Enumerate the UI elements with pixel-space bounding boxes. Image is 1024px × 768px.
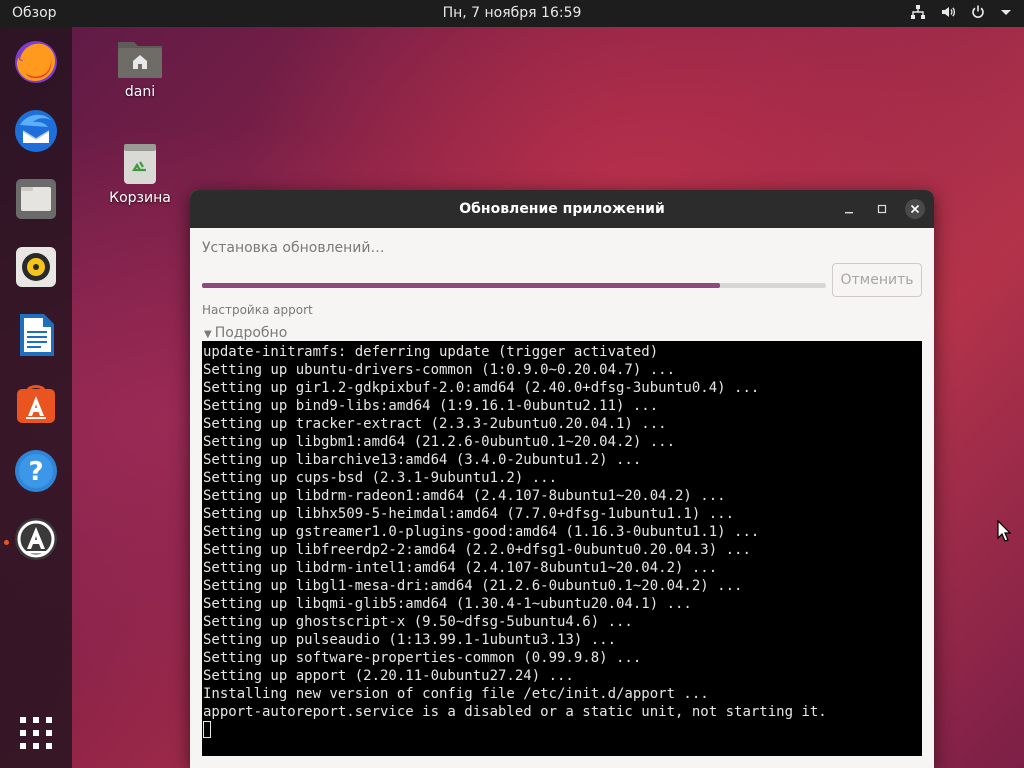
maximize-button[interactable] bbox=[872, 199, 892, 219]
terminal-line: Setting up libgbm1:amd64 (21.2.6-0ubuntu… bbox=[203, 434, 676, 450]
terminal-line: Setting up software-properties-common (0… bbox=[203, 650, 642, 666]
network-icon[interactable] bbox=[910, 4, 926, 20]
clock-button[interactable]: Пн, 7 ноября 16:59 bbox=[443, 5, 582, 21]
home-folder-desktop-icon[interactable]: dani bbox=[100, 36, 180, 100]
activities-button[interactable]: Обзор bbox=[12, 5, 57, 21]
menu-arrow-icon[interactable] bbox=[1000, 4, 1012, 20]
update-progress-bar bbox=[202, 283, 826, 288]
system-tray bbox=[910, 4, 1012, 20]
terminal-line: Setting up gstreamer1.0-plugins-good:amd… bbox=[203, 524, 760, 540]
terminal-line: Setting up libdrm-intel1:amd64 (2.4.107-… bbox=[203, 560, 718, 576]
show-applications-icon[interactable] bbox=[12, 709, 60, 757]
minimize-button[interactable] bbox=[839, 199, 859, 219]
terminal-line: Setting up cups-bsd (2.3.1-9ubuntu1.2) .… bbox=[203, 470, 558, 486]
terminal-line: Setting up gir1.2-gdkpixbuf-2.0:amd64 (2… bbox=[203, 380, 760, 396]
terminal-line: Setting up libgl1-mesa-dri:amd64 (21.2.6… bbox=[203, 578, 743, 594]
trash-desktop-icon[interactable]: Корзина bbox=[100, 140, 180, 206]
dock: ? bbox=[0, 27, 72, 768]
files-icon[interactable] bbox=[12, 175, 60, 223]
terminal-line: Setting up bind9-libs:amd64 (1:9.16.1-0u… bbox=[203, 398, 659, 414]
update-progress-fill bbox=[202, 283, 720, 288]
maximize-icon bbox=[877, 204, 887, 214]
close-icon bbox=[910, 204, 920, 214]
clock-area: Пн, 7 ноября 16:59 bbox=[0, 5, 1024, 21]
firefox-icon[interactable] bbox=[12, 37, 60, 85]
trash-icon bbox=[124, 144, 156, 184]
expander-arrow-icon: ▼ bbox=[204, 329, 212, 340]
close-button[interactable] bbox=[905, 199, 925, 219]
terminal-line: Setting up libqmi-glib5:amd64 (1.30.4-1~… bbox=[203, 596, 692, 612]
volume-icon[interactable] bbox=[940, 4, 956, 20]
terminal-line: Setting up pulseaudio (1:13.99.1-1ubuntu… bbox=[203, 632, 617, 648]
terminal-line: update-initramfs: deferring update (trig… bbox=[203, 344, 659, 360]
ubuntu-software-icon[interactable] bbox=[12, 379, 60, 427]
thunderbird-icon[interactable] bbox=[12, 107, 60, 155]
libreoffice-writer-icon[interactable] bbox=[12, 311, 60, 359]
rhythmbox-icon[interactable] bbox=[12, 243, 60, 291]
home-folder-label: dani bbox=[124, 84, 156, 100]
software-updater-icon[interactable] bbox=[12, 515, 60, 563]
minimize-icon bbox=[845, 212, 853, 214]
terminal-line: Setting up libdrm-radeon1:amd64 (2.4.107… bbox=[203, 488, 726, 504]
help-icon[interactable]: ? bbox=[12, 447, 60, 495]
power-icon[interactable] bbox=[970, 4, 986, 20]
terminal-line: Setting up apport (2.20.11-0ubuntu27.24)… bbox=[203, 668, 574, 684]
terminal-line: Setting up libarchive13:amd64 (3.4.0-2ub… bbox=[203, 452, 642, 468]
top-bar: Обзор Пн, 7 ноября 16:59 bbox=[0, 0, 1024, 27]
details-label: Подробно bbox=[214, 325, 288, 341]
svg-text:?: ? bbox=[28, 457, 43, 487]
terminal-line: Setting up libhx509-5-heimdal:amd64 (7.7… bbox=[203, 506, 735, 522]
terminal-line: Setting up libfreerdp2-2:amd64 (2.2.0+df… bbox=[203, 542, 751, 558]
mouse-pointer-icon bbox=[997, 519, 1012, 546]
details-expander[interactable]: ▼ Подробно bbox=[204, 325, 287, 341]
software-updater-window: Обновление приложений Установка обновлен… bbox=[190, 190, 934, 768]
folder-icon bbox=[118, 42, 162, 78]
update-status-text: Установка обновлений… bbox=[202, 240, 385, 256]
terminal-cursor-line bbox=[203, 721, 922, 739]
terminal-line: Setting up ubuntu-drivers-common (1:0.9.… bbox=[203, 362, 676, 378]
terminal-line: apport-autoreport.service is a disabled … bbox=[203, 704, 827, 720]
terminal-output[interactable]: update-initramfs: deferring update (trig… bbox=[202, 341, 922, 756]
terminal-line: Installing new version of config file /e… bbox=[203, 686, 709, 702]
terminal-line: Setting up ghostscript-x (9.50~dfsg-5ubu… bbox=[203, 614, 633, 630]
window-titlebar[interactable]: Обновление приложений bbox=[190, 190, 934, 228]
terminal-cursor bbox=[203, 721, 211, 738]
cancel-button[interactable]: Отменить bbox=[832, 263, 922, 297]
current-task-text: Настройка apport bbox=[202, 303, 313, 317]
terminal-line: Setting up tracker-extract (2.3.3-2ubunt… bbox=[203, 416, 667, 432]
window-title: Обновление приложений bbox=[459, 201, 665, 217]
trash-label: Корзина bbox=[109, 190, 171, 206]
running-indicator bbox=[4, 540, 9, 545]
